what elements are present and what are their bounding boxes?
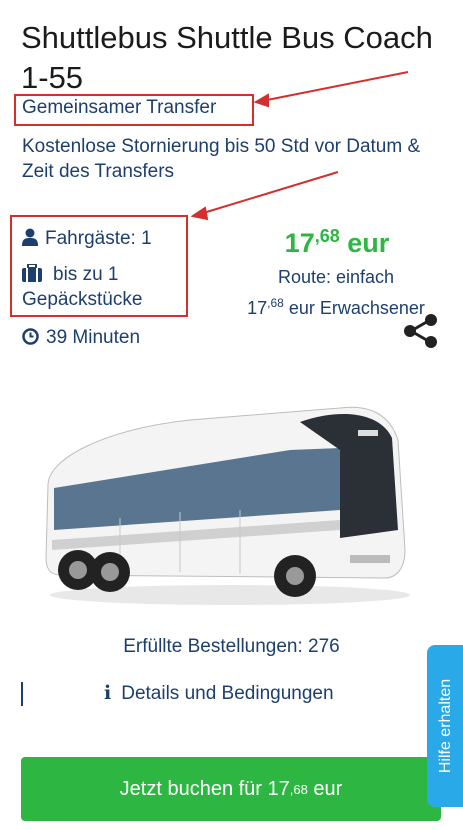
- bus-image: [45, 406, 410, 605]
- details-link[interactable]: i Details und Bedingungen: [104, 682, 334, 705]
- adult-price-whole: 17: [247, 298, 268, 318]
- adult-price-cents: 68: [270, 296, 284, 310]
- book-button[interactable]: Jetzt buchen für 17,68 eur: [21, 757, 441, 821]
- fulfilled-orders: Erfüllte Bestellungen: 276: [123, 636, 340, 657]
- book-label-cents: 68: [293, 781, 308, 797]
- suitcase-icon: [22, 263, 42, 282]
- cancellation-policy: Kostenlose Stornierung bis 50 Std vor Da…: [22, 136, 421, 182]
- transfer-type: Gemeinsamer Transfer: [22, 97, 217, 118]
- price-currency: eur: [347, 228, 390, 258]
- page-title: Shuttlebus Shuttle Bus Coach 1-55: [21, 20, 433, 95]
- price: 17,68 eur: [284, 226, 390, 258]
- user-icon: [22, 228, 38, 246]
- route-type: Route: einfach: [277, 267, 395, 287]
- share-icon: [404, 314, 437, 348]
- duration-row: 39 Minuten: [22, 325, 140, 350]
- help-label: Hilfe erhalten: [437, 678, 454, 774]
- luggage-label-1: bis zu 1: [53, 264, 119, 285]
- clock-icon: [22, 328, 39, 345]
- info-icon: i: [104, 682, 112, 704]
- passengers-label: Fahrgäste: 1: [45, 228, 152, 249]
- divider: [21, 682, 23, 706]
- duration-label: 39 Minuten: [46, 327, 141, 348]
- luggage-row: bis zu 1 Gepäckstücke: [22, 262, 142, 312]
- book-label-prefix: Jetzt buchen für 17: [119, 777, 290, 800]
- price-whole: 17: [284, 228, 315, 258]
- share-button[interactable]: [402, 312, 440, 355]
- price-cents: 68: [319, 226, 340, 246]
- luggage-label-2: Gepäckstücke: [22, 289, 143, 310]
- help-tab[interactable]: Hilfe erhalten: [427, 645, 463, 807]
- passengers-row: Fahrgäste: 1: [22, 226, 152, 251]
- book-label-suffix: eur: [313, 777, 343, 800]
- details-label: Details und Bedingungen: [121, 683, 334, 704]
